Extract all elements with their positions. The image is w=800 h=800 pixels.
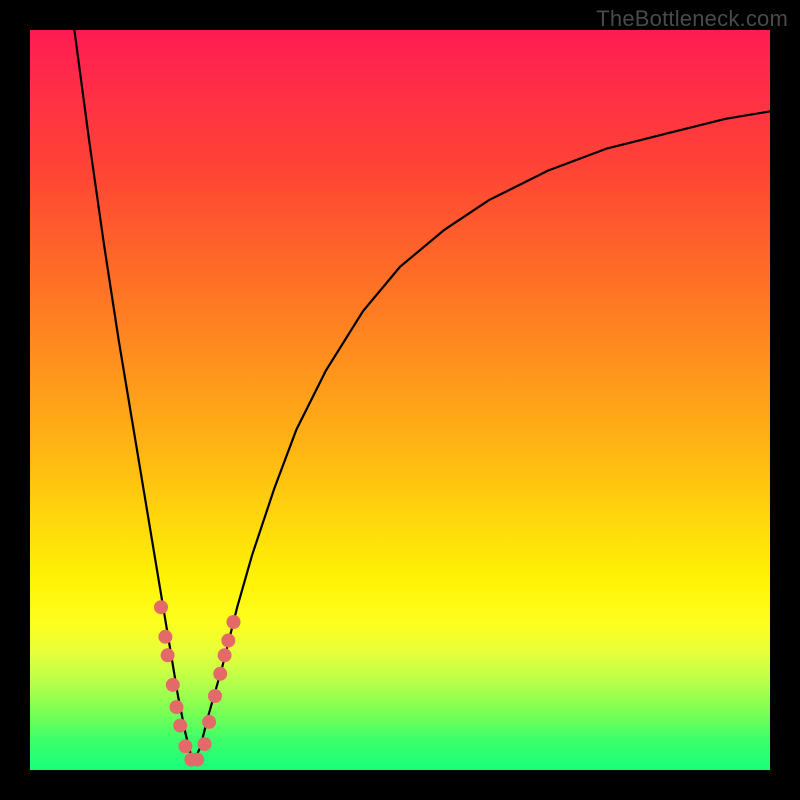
data-dot [213, 667, 227, 681]
data-dot [161, 648, 175, 662]
chart-frame: TheBottleneck.com [0, 0, 800, 800]
data-dot [170, 700, 184, 714]
plot-area [30, 30, 770, 770]
watermark-text: TheBottleneck.com [596, 6, 788, 32]
data-dot [178, 739, 192, 753]
data-dot [173, 719, 187, 733]
data-dot [158, 630, 172, 644]
data-dot [218, 648, 232, 662]
bottleneck-curve [74, 30, 770, 763]
data-dot [198, 737, 212, 751]
data-dot [190, 753, 204, 767]
data-dot [154, 600, 168, 614]
data-dot [166, 678, 180, 692]
curve-layer [30, 30, 770, 770]
data-dot [221, 634, 235, 648]
data-dot [208, 689, 222, 703]
data-dot [227, 615, 241, 629]
data-dot [202, 715, 216, 729]
